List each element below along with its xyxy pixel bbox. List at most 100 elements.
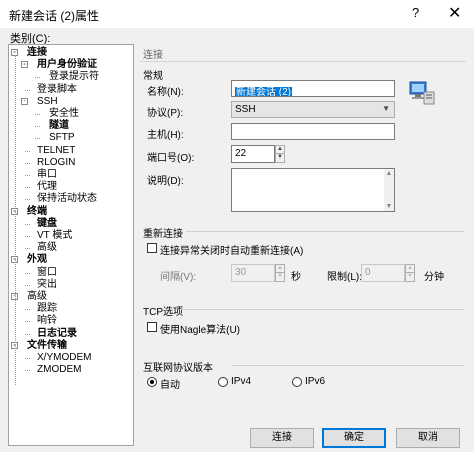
tree-item-label: 高级: [37, 242, 57, 254]
radio-ipv4[interactable]: [218, 377, 228, 387]
tree-item-label: 外观: [27, 254, 47, 266]
tree-item-label: 安全性: [49, 108, 79, 119]
tree-item[interactable]: 保持活动状态: [9, 193, 133, 205]
tree-connector: [25, 223, 30, 225]
radio-ipv4-label: IPv4: [231, 376, 252, 387]
tree-item-label: VT 模式: [37, 230, 73, 241]
tree-item[interactable]: X/YMODEM: [9, 352, 133, 364]
title-bar: 新建会话 (2)属性 ? ✕: [0, 0, 474, 28]
tree-connector: [25, 272, 30, 274]
protocol-select[interactable]: SSH ▼: [231, 101, 395, 118]
tree-connector: [25, 199, 30, 201]
tree-item[interactable]: 登录脚本: [9, 84, 133, 96]
protocol-label: 协议(P):: [147, 108, 184, 119]
tree-item-label: 日志记录: [37, 327, 77, 339]
auto-reconnect-label: 连接异常关闭时自动重新连接(A): [160, 246, 304, 257]
interval-label: 间隔(V):: [160, 272, 197, 283]
spin-up-icon[interactable]: ▲: [276, 146, 284, 154]
tree-item[interactable]: - SSH: [9, 96, 133, 108]
tree-connector: [35, 126, 40, 128]
interval-input[interactable]: 30: [231, 264, 275, 282]
tree-item-label: X/YMODEM: [37, 352, 92, 363]
nagle-label: 使用Nagle算法(U): [160, 325, 241, 336]
port-stepper[interactable]: ▲ ▼: [275, 145, 285, 163]
tree-item[interactable]: - 连接: [9, 47, 133, 59]
scroll-up-icon[interactable]: ▲: [384, 170, 394, 177]
description-textarea[interactable]: ▲ ▼: [231, 168, 395, 212]
interval-unit: 秒: [291, 272, 301, 283]
chevron-down-icon: ▼: [382, 104, 390, 113]
divider: [232, 365, 464, 366]
tree-item[interactable]: - 终端: [9, 206, 133, 218]
port-input[interactable]: 22: [231, 145, 275, 163]
tree-item[interactable]: 串口: [9, 169, 133, 181]
tree-item[interactable]: - 用户身份验证: [9, 59, 133, 71]
tree-collapse-icon[interactable]: -: [21, 61, 28, 69]
tree-item[interactable]: 键盘: [9, 218, 133, 230]
tree-item-label: 保持活动状态: [37, 193, 97, 205]
tree-item-label: 响铃: [37, 315, 57, 327]
radio-ipv6-label: IPv6: [305, 376, 326, 387]
tree-item[interactable]: 代理: [9, 181, 133, 193]
cancel-button[interactable]: 取消: [396, 428, 460, 448]
ok-button[interactable]: 确定: [322, 428, 386, 448]
host-input[interactable]: [231, 123, 395, 140]
tree-connector: [35, 114, 40, 115]
reconnect-section-title: 重新连接: [143, 229, 183, 240]
tree-collapse-icon[interactable]: -: [21, 97, 28, 105]
tree-item-label: 登录提示符: [49, 71, 99, 83]
tree-item[interactable]: 登录提示符: [9, 71, 133, 83]
connect-button[interactable]: 连接: [250, 428, 314, 448]
tree-connector: [25, 370, 30, 372]
category-tree[interactable]: - 连接 - 用户身份验证 登录提示符 登录脚本 - SSH 安全性 隧道 SFTP TELNET RL…: [8, 44, 134, 446]
host-label: 主机(H):: [147, 130, 184, 141]
tree-item[interactable]: 响铃: [9, 315, 133, 327]
close-button[interactable]: ✕: [448, 3, 461, 23]
tree-item[interactable]: RLOGIN: [9, 157, 133, 169]
tree-item[interactable]: VT 模式: [9, 230, 133, 242]
tree-item[interactable]: ZMODEM: [9, 364, 133, 376]
limit-input[interactable]: 0: [361, 264, 405, 282]
spin-down-icon[interactable]: ▼: [276, 273, 284, 281]
name-value: 新建会话 (2): [235, 87, 292, 97]
name-input[interactable]: 新建会话 (2): [231, 80, 395, 97]
radio-auto[interactable]: [147, 377, 157, 387]
radio-ipv6[interactable]: [292, 377, 302, 387]
tree-item[interactable]: 高级: [9, 242, 133, 254]
radio-auto-label: 自动: [160, 380, 180, 391]
tree-connector: [25, 248, 30, 250]
spin-down-icon[interactable]: ▼: [406, 273, 414, 281]
window-title: 新建会话 (2)属性: [9, 9, 100, 23]
tree-item[interactable]: 跟踪: [9, 303, 133, 315]
help-button[interactable]: ?: [412, 5, 419, 20]
limit-stepper[interactable]: ▲ ▼: [405, 264, 415, 282]
tree-item[interactable]: 安全性: [9, 108, 133, 120]
tree-connector: [25, 187, 30, 189]
tcp-section-title: TCP选项: [143, 307, 183, 318]
tree-item[interactable]: 突出: [9, 279, 133, 291]
tree-item[interactable]: SFTP: [9, 132, 133, 144]
nagle-checkbox[interactable]: [147, 322, 157, 332]
tree-item[interactable]: - 高级: [9, 291, 133, 303]
tree-item-label: 终端: [27, 205, 47, 217]
tree-connector: [15, 55, 16, 385]
tree-item-label: 窗口: [37, 266, 57, 278]
tree-item[interactable]: TELNET: [9, 145, 133, 157]
spin-down-icon[interactable]: ▼: [276, 154, 284, 162]
tree-item-label: 隧道: [49, 120, 69, 132]
tree-item[interactable]: - 外观: [9, 254, 133, 266]
tree-item-label: 用户身份验证: [37, 59, 97, 71]
description-scrollbar[interactable]: ▲ ▼: [384, 169, 394, 211]
scroll-down-icon[interactable]: ▼: [384, 203, 394, 210]
tree-connector: [35, 77, 40, 79]
interval-stepper[interactable]: ▲ ▼: [275, 264, 285, 282]
auto-reconnect-checkbox[interactable]: [147, 243, 157, 253]
tree-item-label: RLOGIN: [37, 156, 76, 168]
tree-item[interactable]: 窗口: [9, 267, 133, 279]
tree-item[interactable]: - 文件传输: [9, 340, 133, 352]
spin-up-icon[interactable]: ▲: [276, 265, 284, 273]
tree-item[interactable]: 隧道: [9, 120, 133, 132]
spin-up-icon[interactable]: ▲: [406, 265, 414, 273]
limit-unit: 分钟: [424, 272, 444, 283]
tree-item[interactable]: 日志记录: [9, 328, 133, 340]
